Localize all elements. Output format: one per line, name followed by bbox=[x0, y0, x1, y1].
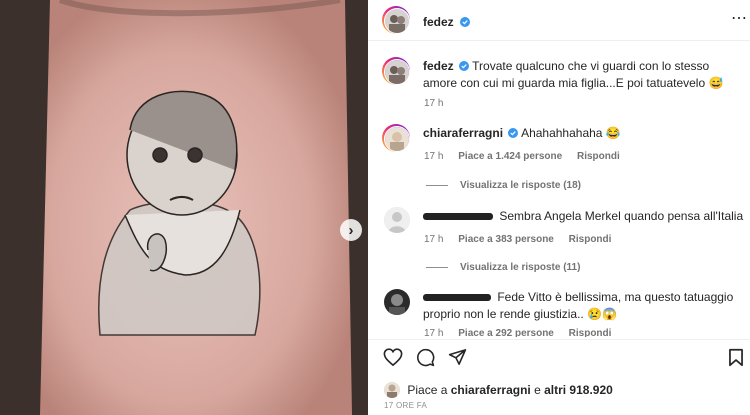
verified-badge-icon bbox=[459, 61, 470, 71]
comment-meta: 17 h Piace a 383 persone Rispondi bbox=[424, 231, 623, 248]
liked-by-middle: e bbox=[530, 383, 545, 397]
comment-likes[interactable]: Piace a 292 persone bbox=[458, 328, 554, 337]
avatar[interactable] bbox=[384, 59, 410, 85]
heart-icon[interactable] bbox=[383, 348, 403, 366]
comment-text-block: Fede Vitto è bellissima, ma questo tatua… bbox=[423, 289, 744, 323]
more-options-icon[interactable]: ⋯ bbox=[731, 8, 748, 28]
avatar[interactable] bbox=[384, 8, 410, 34]
view-replies-button[interactable]: Visualizza le risposte (18) bbox=[426, 177, 581, 194]
comment-text-block: chiaraferragni Ahahahhahaha 😂 bbox=[423, 125, 744, 142]
hidden-username bbox=[423, 213, 493, 221]
share-icon[interactable] bbox=[448, 348, 467, 366]
replies-line bbox=[426, 266, 448, 268]
caption: fedez Trovate qualcuno che vi guardi con… bbox=[368, 56, 750, 109]
save-icon[interactable] bbox=[728, 348, 744, 367]
caption-meta: 17 h bbox=[424, 95, 455, 112]
section-divider bbox=[368, 339, 750, 340]
comment-item: Sembra Angela Merkel quando pensa all'It… bbox=[368, 205, 750, 275]
liked-by: Piace a chiaraferragni e altri 918.920 bbox=[384, 382, 613, 398]
author-username[interactable]: fedez bbox=[423, 15, 454, 29]
comment-emoji: 😢😱 bbox=[587, 307, 617, 321]
hidden-username bbox=[423, 294, 491, 302]
post-image: › bbox=[0, 0, 368, 415]
comment-meta: 17 h Piace a 292 persone Rispondi bbox=[424, 325, 623, 337]
caption-username[interactable]: fedez bbox=[423, 59, 454, 73]
liked-by-prefix: Piace a bbox=[407, 383, 451, 397]
liked-by-avatar[interactable] bbox=[384, 382, 400, 398]
comment-time[interactable]: 17 h bbox=[424, 151, 443, 162]
comment-item: Fede Vitto è bellissima, ma questo tatua… bbox=[368, 287, 750, 337]
comment-time[interactable]: 17 h bbox=[424, 234, 443, 245]
verified-badge-icon bbox=[460, 17, 471, 27]
replies-line bbox=[426, 184, 448, 186]
comment-text: Ahahahhahaha bbox=[521, 126, 603, 140]
avatar[interactable] bbox=[384, 289, 410, 315]
comment-likes[interactable]: Piace a 383 persone bbox=[458, 234, 554, 245]
liked-by-user[interactable]: chiaraferragni bbox=[451, 383, 531, 397]
view-replies-label: Visualizza le risposte (11) bbox=[460, 262, 581, 273]
verified-badge-icon bbox=[508, 128, 519, 138]
view-replies-button[interactable]: Visualizza le risposte (11) bbox=[426, 259, 580, 276]
comment-username[interactable]: chiaraferragni bbox=[423, 126, 503, 140]
post-panel: fedez ⋯ fedez Trovate qualcuno che vi gu… bbox=[368, 0, 750, 415]
post-timestamp[interactable]: 17 ORE FA bbox=[384, 401, 427, 410]
author-name-row: fedez bbox=[423, 13, 471, 31]
caption-time[interactable]: 17 h bbox=[424, 98, 443, 109]
tattoo-illustration bbox=[0, 0, 368, 415]
caption-text-block: fedez Trovate qualcuno che vi guardi con… bbox=[423, 58, 744, 92]
liked-by-others[interactable]: altri 918.920 bbox=[544, 383, 613, 397]
avatar[interactable] bbox=[384, 207, 410, 233]
reply-button[interactable]: Rispondi bbox=[569, 234, 612, 245]
reply-button[interactable]: Rispondi bbox=[569, 328, 612, 337]
comment-likes[interactable]: Piace a 1.424 persone bbox=[458, 151, 562, 162]
post-header: fedez ⋯ bbox=[368, 0, 750, 41]
view-replies-label: Visualizza le risposte (18) bbox=[460, 180, 581, 191]
comment-text: Sembra Angela Merkel quando pensa all'It… bbox=[499, 209, 744, 223]
comment-meta: 17 h Piace a 1.424 persone Rispondi bbox=[424, 148, 632, 165]
comment-time[interactable]: 17 h bbox=[424, 328, 443, 337]
reply-button[interactable]: Rispondi bbox=[577, 151, 620, 162]
caption-emoji: 😅 bbox=[708, 76, 724, 90]
comment-icon[interactable] bbox=[416, 348, 435, 367]
comment-item: chiaraferragni Ahahahhahaha 😂 17 h Piace… bbox=[368, 123, 750, 193]
next-arrow-icon[interactable]: › bbox=[340, 219, 362, 241]
avatar[interactable] bbox=[384, 126, 410, 152]
comment-emoji: 😂 bbox=[605, 126, 621, 140]
comment-text-block: Sembra Angela Merkel quando pensa all'It… bbox=[423, 208, 744, 225]
